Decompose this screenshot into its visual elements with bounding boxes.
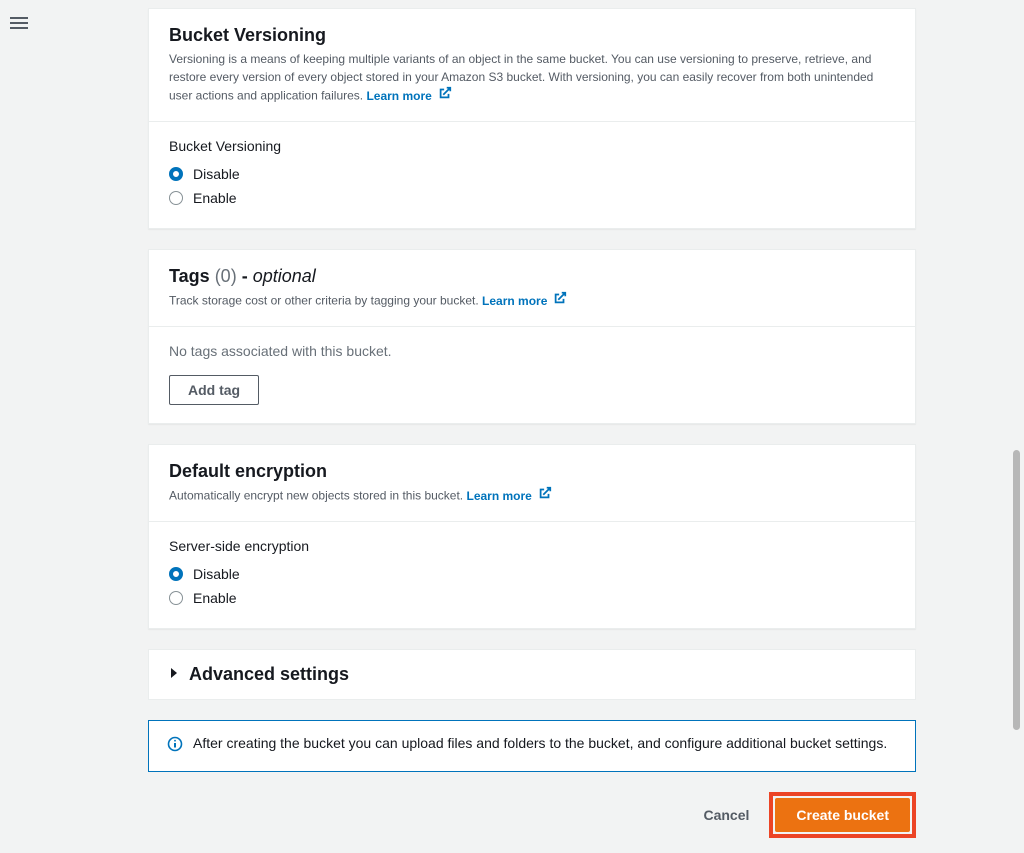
versioning-title: Bucket Versioning <box>169 25 895 46</box>
tags-panel: Tags (0) - optional Track storage cost o… <box>148 249 916 424</box>
tags-title: Tags (0) - optional <box>169 266 895 287</box>
hamburger-menu[interactable] <box>10 14 28 32</box>
tags-empty-text: No tags associated with this bucket. <box>169 343 895 359</box>
encryption-learn-more[interactable]: Learn more <box>466 486 551 505</box>
encryption-field-label: Server-side encryption <box>169 538 895 554</box>
encryption-disable-radio[interactable] <box>169 567 183 581</box>
advanced-title: Advanced settings <box>189 664 349 685</box>
add-tag-button[interactable]: Add tag <box>169 375 259 405</box>
versioning-enable-label: Enable <box>193 190 237 206</box>
create-bucket-button[interactable]: Create bucket <box>775 798 910 832</box>
encryption-panel: Default encryption Automatically encrypt… <box>148 444 916 629</box>
versioning-learn-more[interactable]: Learn more <box>366 86 451 105</box>
encryption-enable-label: Enable <box>193 590 237 606</box>
scrollbar-thumb[interactable] <box>1013 450 1020 730</box>
versioning-panel: Bucket Versioning Versioning is a means … <box>148 8 916 229</box>
encryption-title: Default encryption <box>169 461 895 482</box>
encryption-enable-radio[interactable] <box>169 591 183 605</box>
encryption-enable-row[interactable]: Enable <box>169 586 895 610</box>
external-link-icon <box>538 486 552 505</box>
encryption-disable-label: Disable <box>193 566 240 582</box>
tags-learn-more[interactable]: Learn more <box>482 291 567 310</box>
versioning-enable-radio[interactable] <box>169 191 183 205</box>
versioning-description: Versioning is a means of keeping multipl… <box>169 50 895 105</box>
versioning-disable-label: Disable <box>193 166 240 182</box>
info-text: After creating the bucket you can upload… <box>193 735 887 751</box>
create-button-highlight: Create bucket <box>769 792 916 838</box>
info-alert: After creating the bucket you can upload… <box>148 720 916 772</box>
tags-description: Track storage cost or other criteria by … <box>169 291 895 310</box>
encryption-disable-row[interactable]: Disable <box>169 562 895 586</box>
versioning-enable-row[interactable]: Enable <box>169 186 895 210</box>
encryption-description: Automatically encrypt new objects stored… <box>169 486 895 505</box>
versioning-field-label: Bucket Versioning <box>169 138 895 154</box>
external-link-icon <box>438 86 452 105</box>
action-button-row: Cancel Create bucket <box>148 792 916 848</box>
versioning-disable-radio[interactable] <box>169 167 183 181</box>
versioning-disable-row[interactable]: Disable <box>169 162 895 186</box>
advanced-settings-toggle[interactable]: Advanced settings <box>148 649 916 700</box>
info-icon <box>167 736 183 757</box>
cancel-button[interactable]: Cancel <box>703 807 749 823</box>
caret-right-icon <box>169 666 179 684</box>
external-link-icon <box>553 291 567 310</box>
